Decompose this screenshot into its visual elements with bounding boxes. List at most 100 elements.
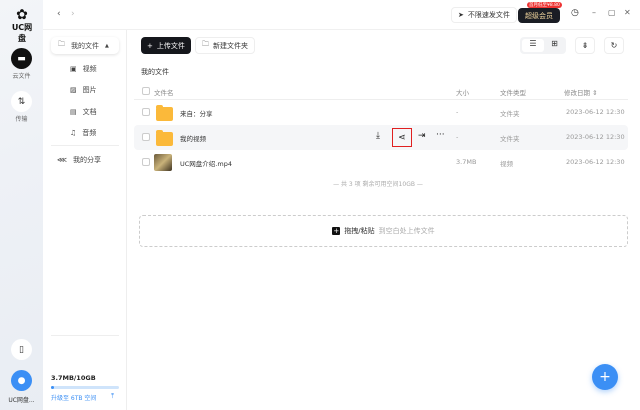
sidebar-item-label: 视频	[82, 65, 97, 73]
transfer-icon: ⇅	[17, 96, 26, 107]
more-icon[interactable]: ···	[436, 130, 445, 140]
column-name: 文件名	[154, 89, 174, 97]
drop-zone[interactable]: + 拖拽/粘贴 到空白处上传文件	[139, 215, 628, 247]
my-files-label: 我的文件	[71, 41, 99, 50]
row-checkbox[interactable]	[142, 108, 150, 116]
app-rail: ✿ UC网盘 ▬ 云文件 ⇅ 传输 ▯ ● UC网盘...	[0, 0, 43, 410]
user-name: UC网盘...	[8, 397, 35, 404]
row-checkbox[interactable]	[142, 133, 150, 141]
share-icon[interactable]: ⋖	[392, 128, 412, 147]
folder-icon	[156, 130, 173, 146]
rail-cloud-files[interactable]: ▬	[11, 48, 32, 69]
sidebar-item-document[interactable]: ▤ 文档	[70, 107, 97, 117]
column-type: 文件类型	[500, 89, 526, 97]
app-logo: ✿ UC网盘	[11, 7, 33, 43]
file-size: -	[456, 133, 459, 141]
video-thumbnail	[154, 154, 172, 171]
sidebar-item-label: 文档	[82, 108, 97, 116]
rail-label: 传输	[15, 116, 28, 123]
vip-label: 超级会员	[525, 11, 553, 20]
file-name: UC网盘介绍.mp4	[180, 160, 232, 168]
file-size: -	[456, 108, 459, 116]
share-icon: ⋘	[57, 156, 67, 164]
table-row[interactable]: 我的视频 ⤓ ⋖ ⇥ ··· - 文件夹 2023-06-12 12:30	[134, 125, 628, 150]
divider	[51, 145, 119, 146]
document-icon: ▤	[70, 108, 77, 116]
file-name: 来自：分享	[180, 110, 213, 118]
list-view-icon[interactable]: ☰	[522, 39, 544, 52]
table-row[interactable]: UC网盘介绍.mp4 3.7MB 视频 2023-06-12 12:30	[134, 150, 628, 175]
sidebar-item-video[interactable]: ▣ 视频	[70, 64, 97, 74]
storage-bar	[51, 386, 119, 389]
minimize-icon[interactable]: –	[592, 8, 596, 17]
upload-icon[interactable]: ⤒	[111, 392, 114, 401]
folder-icon: ▬	[17, 53, 26, 64]
caret-up-icon: ▲	[105, 42, 109, 49]
image-icon: ▨	[70, 86, 77, 94]
main-content: + 上传文件 🗀 新建文件夹 ☰ ⊞ ⇟ ↻ 我的文件 文件名 大小 文件类型 修改…	[128, 30, 640, 410]
sidebar: 🗀 我的文件 ▲ ▣ 视频 ▨ 图片 ▤ 文档 ♫ 音频 ⋘ 我的分享 3.7MB/10GB …	[43, 30, 127, 410]
grid-view-icon[interactable]: ⊞	[545, 39, 564, 52]
file-size: 3.7MB	[456, 158, 477, 166]
sort-icon[interactable]: ⇟	[575, 37, 595, 54]
download-icon[interactable]: ⤓	[376, 131, 380, 141]
plus-icon: +	[599, 369, 611, 385]
plus-icon: +	[332, 227, 341, 235]
page-title: 我的文件	[141, 68, 169, 76]
column-date-label: 修改日期	[564, 89, 590, 97]
table-row[interactable]: 来自：分享 - 文件夹 2023-06-12 12:30	[134, 100, 628, 125]
file-type: 文件夹	[500, 110, 520, 118]
sidebar-item-image[interactable]: ▨ 图片	[70, 85, 97, 95]
sidebar-item-audio[interactable]: ♫ 音频	[70, 128, 96, 138]
avatar[interactable]: ●	[11, 370, 32, 391]
file-date: 2023-06-12 12:30	[566, 108, 625, 116]
refresh-icon[interactable]: ↻	[604, 37, 624, 54]
phone-icon: ▯	[19, 344, 24, 355]
user-icon: ●	[17, 375, 26, 386]
clock-icon[interactable]: ◷	[571, 8, 579, 18]
file-date: 2023-06-12 12:30	[566, 158, 625, 166]
my-share-label: 我的分享	[72, 156, 101, 164]
storage-bar-fill	[51, 386, 54, 389]
summary-text: — 共 3 项 剩余可用空间10GB —	[333, 181, 423, 188]
phone-button[interactable]: ▯	[11, 339, 32, 360]
back-icon[interactable]: ‹	[57, 9, 61, 19]
folder-icon	[156, 105, 173, 121]
move-icon[interactable]: ⇥	[418, 131, 426, 141]
file-type: 视频	[500, 160, 513, 168]
upload-label: 上传文件	[156, 41, 185, 50]
drop-label: 拖拽/粘贴	[344, 227, 375, 235]
upgrade-link[interactable]: 升级至 6TB 空间	[51, 393, 96, 402]
column-size: 大小	[456, 89, 469, 97]
select-all-checkbox[interactable]	[142, 87, 150, 95]
folder-icon: 🗀	[58, 40, 65, 48]
sidebar-my-share[interactable]: ⋘ 我的分享	[57, 155, 101, 165]
rail-label: 云文件	[12, 73, 31, 80]
file-name: 我的视频	[180, 135, 206, 143]
drop-hint: 到空白处上传文件	[378, 227, 435, 235]
maximize-icon[interactable]: ▢	[608, 8, 616, 17]
sidebar-item-label: 音频	[82, 129, 97, 137]
send-icon: ➤	[458, 11, 464, 19]
column-date[interactable]: 修改日期 ⇕	[564, 87, 598, 97]
table-header: 文件名 大小 文件类型 修改日期 ⇕	[134, 82, 628, 100]
new-folder-button[interactable]: 🗀 新建文件夹	[195, 37, 255, 54]
fab-add-button[interactable]: +	[592, 364, 618, 390]
forward-icon[interactable]: ›	[71, 9, 75, 19]
sidebar-item-label: 图片	[82, 86, 97, 94]
vip-button[interactable]: 超级会员	[518, 8, 560, 23]
sidebar-my-files[interactable]: 🗀 我的文件 ▲	[51, 37, 119, 54]
headphones-icon: ♫	[70, 129, 77, 137]
close-icon[interactable]: ✕	[624, 8, 631, 17]
row-checkbox[interactable]	[142, 158, 150, 166]
sort-arrows-icon: ⇕	[592, 89, 598, 97]
view-toggle: ☰ ⊞	[520, 37, 566, 54]
file-type: 文件夹	[500, 135, 520, 143]
fast-send-button[interactable]: ➤ 不限速发文件	[451, 7, 517, 23]
rail-transfer[interactable]: ⇅	[11, 91, 32, 112]
vip-badge: 首月低至¥8.80	[527, 2, 562, 8]
upload-button[interactable]: + 上传文件	[141, 37, 191, 54]
video-icon: ▣	[70, 65, 77, 73]
divider	[51, 335, 119, 336]
folder-icon: 🗀	[202, 40, 209, 48]
